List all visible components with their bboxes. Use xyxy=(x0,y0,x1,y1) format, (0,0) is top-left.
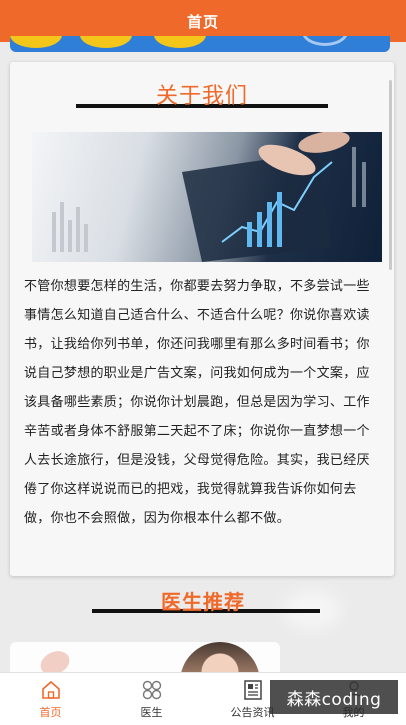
notice-icon xyxy=(243,679,262,700)
scrollbar[interactable] xyxy=(389,80,392,270)
about-us-image xyxy=(32,132,382,262)
grid-icon xyxy=(142,680,161,699)
tab-home[interactable]: 首页 xyxy=(0,673,101,725)
banner-decoration xyxy=(154,36,206,48)
page-title: 首页 xyxy=(186,12,219,31)
home-icon xyxy=(41,680,60,699)
about-us-title: 关于我们 xyxy=(155,84,248,109)
tab-label: 公告资讯 xyxy=(230,705,275,719)
watermark: 森森coding xyxy=(270,680,398,714)
banner-decoration xyxy=(10,36,62,48)
tab-doctors[interactable]: 医生 xyxy=(101,673,202,725)
banner-decoration xyxy=(302,36,348,46)
tab-label: 医生 xyxy=(140,705,163,719)
doctor-recommend-title: 医生推荐 xyxy=(161,590,245,614)
tab-label: 首页 xyxy=(39,705,62,719)
about-us-heading: 关于我们 xyxy=(10,62,394,109)
about-us-description: 不管你想要怎样的生活，你都要去努力争取，不多尝试一些事情怎么知道自己适合什么、不… xyxy=(24,279,370,526)
banner-decoration xyxy=(80,36,132,48)
business-chart-illustration xyxy=(52,132,366,262)
banner-carousel[interactable] xyxy=(10,36,390,52)
about-us-card: 关于我们 不管你想要怎样的生活，你都要去努力争取，不多尝试一些事情怎么知道自己适… xyxy=(10,62,394,576)
